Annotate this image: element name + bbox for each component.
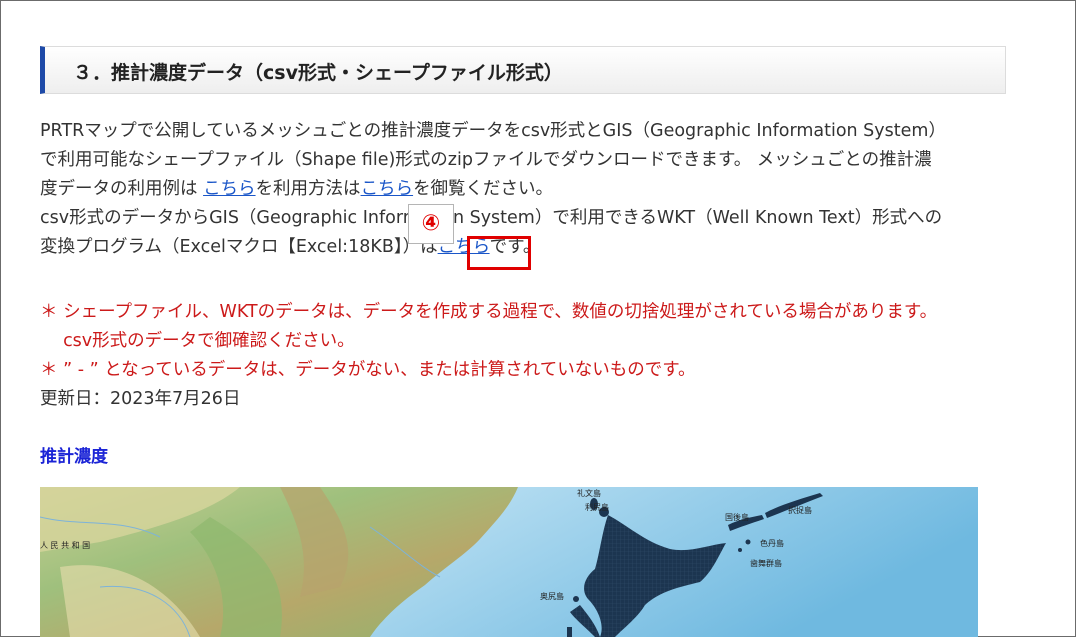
estimated-concentration-title: 推計濃度 xyxy=(40,447,108,467)
map-label-okushiri: 奥尻島 xyxy=(540,592,564,601)
map-label-rishiri: 利尻島 xyxy=(585,503,609,512)
map-label-china: 人 民 共 和 国 xyxy=(40,541,91,550)
map-label-kunashiri: 国後島 xyxy=(725,513,749,522)
map-label-etorofu: 択捉島 xyxy=(788,506,812,515)
line3-text-a: 度データの利用例は xyxy=(40,179,204,199)
step-callout-badge: ④ xyxy=(408,204,454,244)
description-line-4: csv形式のデータからGIS（Geographic Information Sy… xyxy=(40,208,943,228)
description-line-2: で利用可能なシェープファイル（Shape file)形式のzipファイルでダウン… xyxy=(40,150,932,170)
link-highlight-box xyxy=(467,236,531,270)
map-label-habomai: 歯舞群島 xyxy=(750,559,782,568)
line3-text-b: を利用方法は xyxy=(255,179,361,199)
line3-text-c: を御覧ください。 xyxy=(413,179,554,199)
description-line-3: 度データの利用例は こちらを利用方法はこちらを御覧ください。 xyxy=(40,175,1020,204)
description-line-1: PRTRマップで公開しているメッシュごとの推計濃度データをcsv形式とGIS（G… xyxy=(40,121,946,141)
notes-block: ＊ シェープファイル、WKTのデータは、データを作成する過程で、数値の切捨処理が… xyxy=(40,298,937,414)
concentration-map[interactable]: 人 民 共 和 国 礼文島 利尻島 国後島 択捉島 色丹島 歯舞群島 奥尻島 xyxy=(40,487,978,637)
section-heading-text: ３．推計濃度データ（csv形式・シェープファイル形式） xyxy=(73,62,563,84)
map-label-shikotan: 色丹島 xyxy=(760,539,784,548)
note-1-line-2: csv形式のデータで御確認ください。 xyxy=(40,331,355,351)
map-image xyxy=(40,487,978,637)
usage-method-link[interactable]: こちら xyxy=(361,179,414,199)
update-date: 更新日：2023年7月26日 xyxy=(40,389,241,409)
map-label-rebun: 礼文島 xyxy=(577,489,601,498)
note-1-line-1: ＊ シェープファイル、WKTのデータは、データを作成する過程で、数値の切捨処理が… xyxy=(40,302,938,322)
note-2: ＊ ” - ” となっているデータは、データがない、または計算されていないもので… xyxy=(40,360,696,380)
usage-example-link[interactable]: こちら xyxy=(203,179,256,199)
line5-text-a: 変換プログラム（Excelマクロ【Excel:18KB】）は xyxy=(40,237,438,257)
section-heading: ３．推計濃度データ（csv形式・シェープファイル形式） xyxy=(40,46,1006,94)
